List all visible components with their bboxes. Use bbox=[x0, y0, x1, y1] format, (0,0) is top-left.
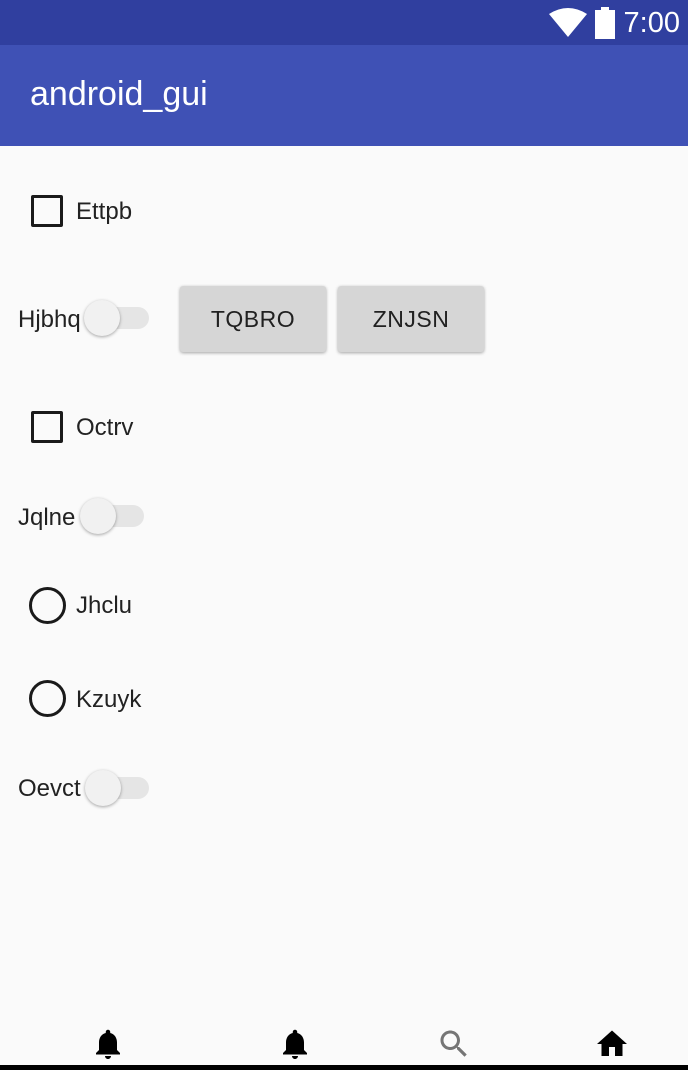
switch-hjbhq-label: Hjbhq bbox=[18, 306, 81, 333]
app-title: android_gui bbox=[30, 75, 208, 113]
bottom-divider bbox=[0, 1065, 688, 1070]
bottom-nav bbox=[0, 1020, 688, 1070]
checkbox-octrv-label[interactable]: Octrv bbox=[76, 414, 133, 442]
checkbox-ettpb[interactable] bbox=[31, 195, 63, 227]
app-bar: android_gui bbox=[0, 45, 688, 146]
switch-jqlne-thumb[interactable] bbox=[80, 498, 116, 534]
wifi-icon bbox=[548, 8, 587, 37]
checkbox-octrv[interactable] bbox=[31, 411, 63, 443]
tqbro-button[interactable]: TQBRO bbox=[180, 286, 326, 352]
status-bar: 7:00 bbox=[0, 0, 688, 45]
bell-icon[interactable] bbox=[277, 1026, 313, 1062]
search-icon[interactable] bbox=[436, 1026, 472, 1062]
switch-oevct-thumb[interactable] bbox=[85, 770, 121, 806]
znjsn-button[interactable]: ZNJSN bbox=[338, 286, 484, 352]
radio-jhclu[interactable] bbox=[29, 587, 66, 624]
status-icons: 7:00 bbox=[548, 5, 680, 41]
radio-kzuyk-label[interactable]: Kzuyk bbox=[76, 686, 141, 714]
radio-kzuyk[interactable] bbox=[29, 680, 66, 717]
switch-hjbhq-thumb[interactable] bbox=[84, 300, 120, 336]
bell-icon[interactable] bbox=[90, 1026, 126, 1062]
battery-icon bbox=[594, 7, 615, 39]
radio-jhclu-label[interactable]: Jhclu bbox=[76, 592, 132, 620]
status-time: 7:00 bbox=[623, 6, 680, 39]
switch-oevct-label: Oevct bbox=[18, 775, 81, 802]
switch-jqlne-label: Jqlne bbox=[18, 504, 76, 531]
home-icon[interactable] bbox=[594, 1026, 630, 1062]
checkbox-ettpb-label[interactable]: Ettpb bbox=[76, 198, 132, 226]
